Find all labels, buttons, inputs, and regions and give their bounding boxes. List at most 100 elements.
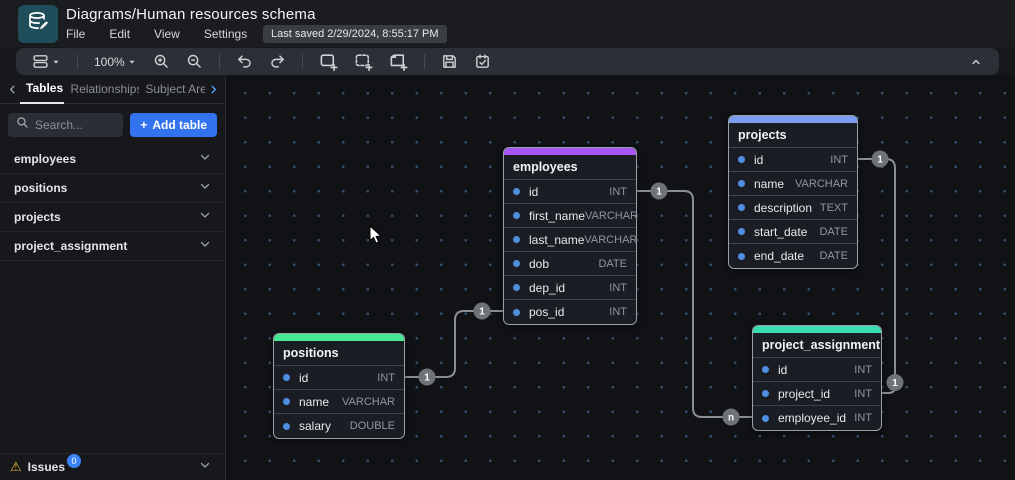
warning-icon: ⚠ [10, 459, 22, 474]
cardinality-badge: 1 [886, 374, 904, 392]
diagram-canvas[interactable]: 111n11 employees id INT first_name VARCHAR la… [226, 75, 1015, 480]
collapse-header-button[interactable] [963, 53, 989, 71]
tabs-scroll-right-button[interactable] [205, 84, 221, 95]
table-field-row[interactable]: start_date DATE [729, 220, 857, 244]
diagram-list-button[interactable] [26, 51, 67, 72]
field-dot-icon [762, 366, 769, 373]
tab-relationships[interactable]: Relationships [64, 76, 139, 103]
toolbar-divider [301, 54, 303, 69]
entity-table-employees[interactable]: employees id INT first_name VARCHAR last_name… [503, 147, 638, 325]
table-field-row[interactable]: id INT [729, 148, 857, 172]
field-type: DOUBLE [349, 420, 395, 432]
table-field-row[interactable]: dob DATE [504, 252, 636, 276]
tabs-scroll-left-button[interactable] [4, 84, 20, 95]
zoom-in-button[interactable] [147, 51, 176, 72]
add-table-toolbar-button[interactable] [313, 50, 344, 73]
zoom-level-value: 100% [94, 54, 125, 69]
chevron-down-icon[interactable] [199, 179, 211, 197]
table-header[interactable]: projects [729, 123, 857, 148]
field-type: INT [609, 281, 627, 294]
search-icon [16, 116, 29, 134]
table-field-row[interactable]: first_name VARCHAR [504, 204, 638, 228]
field-name: id [754, 152, 764, 167]
redo-icon [269, 53, 286, 70]
sidebar-table-item-employees[interactable]: employees [0, 145, 225, 174]
entity-table-project_assignment[interactable]: project_assignment id INT project_id INT empl… [752, 325, 882, 431]
cardinality-badge: n [722, 408, 740, 426]
cardinality-badge: 1 [418, 368, 436, 386]
table-field-row[interactable]: pos_id INT [504, 300, 636, 324]
field-dot-icon [283, 398, 290, 405]
field-name: dob [529, 256, 550, 271]
add-table-icon [319, 52, 338, 71]
svg-text:1: 1 [479, 307, 485, 318]
database-edit-icon [26, 10, 50, 39]
tab-tables[interactable]: Tables [20, 75, 65, 104]
add-note-button[interactable] [383, 50, 414, 73]
menu-view[interactable]: View [154, 27, 180, 41]
field-name: name [754, 176, 785, 191]
search-box[interactable] [8, 113, 124, 137]
toolbar-divider [218, 54, 220, 69]
svg-text:1: 1 [892, 378, 898, 389]
field-type: INT [854, 412, 872, 424]
diagram-title[interactable]: Diagrams/Human resources schema [66, 6, 316, 23]
add-table-button[interactable]: + Add table [130, 113, 217, 137]
table-field-row[interactable]: description TEXT [729, 196, 857, 220]
menu-settings[interactable]: Settings [204, 27, 247, 41]
relationship-line[interactable] [405, 310, 503, 378]
field-name: id [299, 370, 309, 385]
svg-text:1: 1 [656, 187, 662, 198]
table-field-row[interactable]: name VARCHAR [729, 172, 857, 196]
toolbar-divider [423, 54, 425, 69]
chevron-down-icon[interactable] [199, 150, 211, 168]
table-header[interactable]: positions [274, 341, 404, 366]
field-type: VARCHAR [584, 233, 638, 246]
field-type: DATE [598, 257, 627, 270]
table-field-row[interactable]: last_name VARCHAR [504, 228, 638, 252]
sidebar-table-item-project_assignment[interactable]: project_assignment [0, 232, 225, 261]
table-field-row[interactable]: id INT [504, 180, 636, 204]
sidebar-table-item-positions[interactable]: positions [0, 174, 225, 203]
zoom-out-button[interactable] [180, 51, 209, 72]
issues-row[interactable]: ⚠ Issues 0 [0, 453, 225, 480]
cardinality-badge: 1 [871, 150, 889, 168]
entity-table-projects[interactable]: projects id INT name VARCHAR description TEXT s… [728, 115, 858, 269]
menu-file[interactable]: File [66, 27, 85, 41]
table-field-row[interactable]: dep_id INT [504, 276, 636, 300]
zoom-level-dropdown[interactable]: 100% [88, 53, 143, 71]
table-field-row[interactable]: end_date DATE [729, 244, 857, 268]
menu-edit[interactable]: Edit [109, 27, 130, 41]
table-field-row[interactable]: salary DOUBLE [274, 414, 404, 438]
last-saved-badge: Last saved 2/29/2024, 8:55:17 PM [263, 25, 447, 43]
tab-subject-areas[interactable]: Subject Are [139, 76, 205, 103]
table-field-row[interactable]: employee_id INT [753, 406, 881, 430]
save-button[interactable] [435, 51, 464, 72]
table-field-row[interactable]: name VARCHAR [274, 390, 404, 414]
table-field-row[interactable]: project_id INT [753, 382, 881, 406]
table-color-bar [504, 148, 636, 155]
field-name: description [754, 200, 813, 215]
todo-calendar-icon [474, 53, 491, 70]
table-item-label: projects [14, 210, 61, 224]
table-field-row[interactable]: id INT [753, 358, 881, 382]
sidebar: Tables Relationships Subject Are + Add t… [0, 75, 226, 480]
table-field-row[interactable]: id INT [274, 366, 404, 390]
redo-button[interactable] [263, 51, 292, 72]
chevron-down-icon[interactable] [199, 237, 211, 255]
add-area-button[interactable] [348, 50, 379, 73]
cardinality-badge: 1 [473, 302, 491, 320]
sidebar-tabbar: Tables Relationships Subject Are [0, 75, 225, 104]
table-header[interactable]: employees [504, 155, 636, 180]
field-type: TEXT [819, 201, 848, 214]
table-header[interactable]: project_assignment [753, 333, 881, 358]
todo-button[interactable] [468, 51, 497, 72]
search-input[interactable] [35, 118, 116, 132]
table-item-label: project_assignment [14, 239, 128, 253]
entity-table-positions[interactable]: positions id INT name VARCHAR salary DOUBLE [273, 333, 405, 439]
undo-button[interactable] [230, 51, 259, 72]
sidebar-table-item-projects[interactable]: projects [0, 203, 225, 232]
field-name: first_name [529, 208, 586, 223]
chevron-down-icon[interactable] [199, 208, 211, 226]
table-color-bar [274, 334, 404, 341]
